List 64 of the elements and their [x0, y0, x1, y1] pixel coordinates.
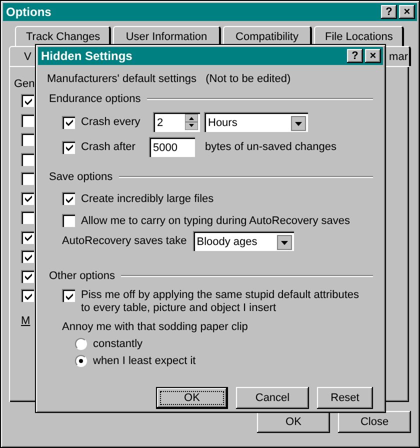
spin-arrows-icon — [185, 114, 198, 130]
checkbox[interactable] — [21, 230, 34, 244]
checkbox[interactable] — [62, 192, 75, 205]
dialog-button[interactable]: OK — [257, 411, 330, 433]
close-button[interactable]: × — [399, 5, 415, 19]
input-field[interactable]: 5000 — [149, 137, 195, 157]
tab[interactable]: File Locations — [314, 26, 404, 46]
tab[interactable]: User Information — [113, 26, 221, 46]
radio-button[interactable] — [75, 355, 87, 367]
close-button[interactable]: × — [365, 49, 381, 63]
check-icon — [64, 194, 74, 204]
help-button[interactable]: ? — [347, 49, 363, 63]
option-label: AutoRecovery saves take — [62, 235, 187, 247]
checkbox[interactable] — [62, 116, 75, 128]
suffix-label: bytes of un-saved changes — [205, 141, 336, 153]
option-label: constantly — [93, 338, 143, 350]
group-heading: Other options — [49, 270, 116, 282]
option-label: M — [21, 315, 30, 327]
window-title: Options — [6, 5, 52, 19]
spin-field[interactable]: 2 — [153, 112, 200, 132]
check-icon — [24, 233, 32, 242]
group-heading: Save options — [49, 171, 113, 183]
group-label: Gen — [14, 78, 35, 90]
check-icon — [24, 252, 32, 262]
checkbox[interactable] — [21, 133, 34, 146]
dialog-button[interactable]: OK — [156, 387, 228, 409]
checkbox[interactable] — [21, 211, 34, 224]
check-icon — [24, 194, 32, 203]
checkbox[interactable] — [21, 152, 34, 166]
window-title: Hidden Settings — [41, 49, 132, 63]
dialog-button[interactable]: Close — [338, 411, 411, 433]
checkbox[interactable] — [21, 289, 34, 302]
checkbox[interactable] — [62, 140, 75, 154]
option-label: Crash after — [81, 141, 136, 153]
radio-button[interactable] — [75, 338, 87, 350]
checkbox[interactable] — [21, 114, 34, 126]
checkbox[interactable] — [62, 214, 75, 227]
dropdown[interactable]: Hours — [204, 112, 308, 132]
check-icon — [64, 143, 74, 152]
option-label: Piss me off by applying the same stupid default attributes to every table, picture and object I insert — [81, 289, 360, 315]
option-label: when I least expect it — [93, 355, 196, 367]
checkbox[interactable] — [62, 289, 75, 302]
option-label: Crash every — [81, 116, 142, 128]
check-icon — [24, 272, 32, 281]
tab[interactable]: Track Changes — [15, 26, 111, 46]
check-icon — [24, 292, 32, 300]
checkbox[interactable] — [21, 250, 34, 263]
dropdown[interactable]: Bloody ages — [192, 231, 294, 251]
checkbox[interactable] — [21, 172, 34, 185]
tab[interactable]: Compatibility — [223, 26, 312, 46]
check-icon — [64, 118, 74, 127]
option-label: Allow me to carry on typing during AutoRecovery saves — [81, 214, 350, 226]
checkbox[interactable] — [21, 94, 34, 107]
intro-text: Manufacturers' default settings (Not to be edited) — [47, 73, 291, 85]
radio-group-label: Annoy me with that sodding paper clip — [62, 321, 248, 333]
checkbox[interactable] — [21, 192, 34, 204]
help-button[interactable]: ? — [381, 5, 397, 19]
option-label: Create incredibly large files — [81, 192, 214, 204]
checkbox[interactable] — [21, 270, 34, 282]
check-icon — [24, 96, 32, 106]
check-icon — [64, 292, 74, 300]
group-heading: Endurance options — [49, 93, 141, 105]
dialog-button[interactable]: Cancel — [236, 387, 309, 409]
dialog-button[interactable]: Reset — [317, 387, 373, 409]
